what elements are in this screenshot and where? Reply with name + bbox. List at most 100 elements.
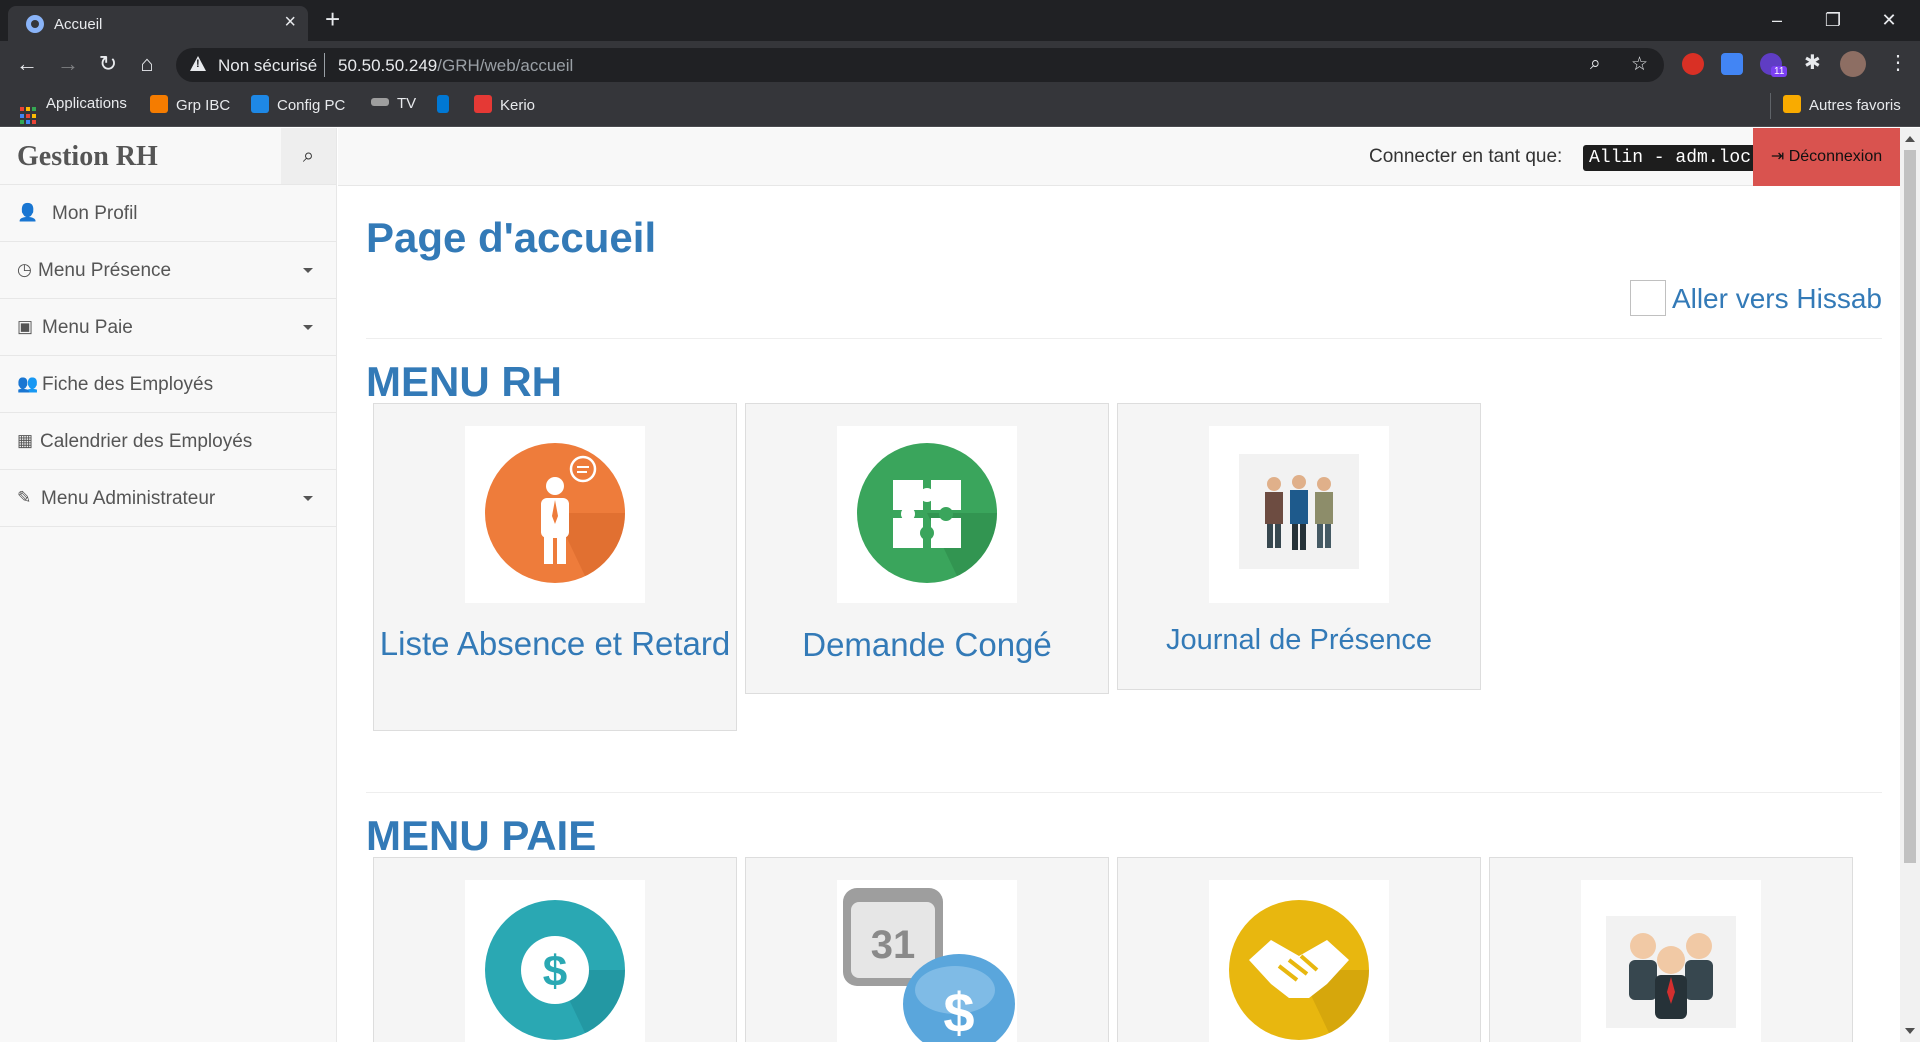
config-pc-icon [251, 95, 269, 113]
connected-user: Allin - adm.loc [1583, 145, 1758, 171]
users-icon: 👥 [17, 374, 39, 393]
bookmark-grp-ibc[interactable]: Grp IBC [150, 95, 230, 114]
page-scrollbar[interactable] [1900, 128, 1920, 1042]
tab-title: Accueil [54, 16, 103, 33]
bookmark-star-icon[interactable]: ☆ [1631, 53, 1648, 76]
team-icon [1209, 426, 1389, 603]
restore-icon[interactable]: ❐ [1810, 4, 1856, 36]
tv-icon [371, 98, 389, 106]
card-paie-calendrier[interactable]: 31 $ [745, 857, 1109, 1042]
scroll-down-icon[interactable] [1905, 1028, 1915, 1034]
svg-text:$: $ [943, 981, 974, 1042]
bookmark-bing[interactable] [437, 95, 457, 114]
caret-down-icon [303, 325, 313, 330]
sidebar-item-calendrier-employes[interactable]: ▦ Calendrier des Employés [0, 413, 336, 470]
sidebar-item-label: Fiche des Employés [42, 374, 214, 395]
card-journal-presence[interactable]: Journal de Présence [1117, 403, 1481, 690]
back-icon[interactable]: ← [13, 50, 41, 78]
adblock-icon[interactable] [1682, 53, 1704, 75]
url-text[interactable]: 50.50.50.249/GRH/web/accueil [338, 56, 573, 76]
minimize-icon[interactable]: – [1754, 4, 1800, 36]
search-icon[interactable]: ⌕ [281, 128, 336, 184]
sidebar-item-label: Menu Présence [38, 260, 172, 281]
sidebar-item-menu-presence[interactable]: ◷ Menu Présence [0, 242, 336, 299]
svg-text:$: $ [543, 947, 567, 996]
calendar-dollar-icon: 31 $ [837, 880, 1017, 1042]
menu-rh-title: MENU RH [366, 358, 562, 405]
sidebar-item-label: Mon Profil [52, 203, 138, 224]
puzzle-extensions-icon[interactable]: ✱ [1804, 50, 1821, 75]
calendar-icon: ▦ [17, 431, 34, 450]
card-label: Liste Absence et Retard [379, 625, 731, 662]
extension-badge: 11 [1771, 66, 1788, 77]
scroll-up-icon[interactable] [1905, 136, 1915, 142]
puzzle-icon [837, 426, 1017, 603]
caret-down-icon [303, 268, 313, 273]
zoom-icon[interactable]: ⌕ [1590, 53, 1601, 75]
reload-icon[interactable]: ↻ [94, 50, 122, 78]
calendar-day: 31 [871, 923, 916, 967]
forward-icon[interactable]: → [54, 50, 82, 78]
card-paie-salaire[interactable]: $ [373, 857, 737, 1042]
bookmark-applications[interactable]: Applications [20, 95, 127, 125]
sidebar-item-menu-administrateur[interactable]: ✎ Menu Administrateur [0, 470, 336, 527]
card-label: Journal de Présence [1166, 624, 1432, 656]
warning-icon [190, 56, 206, 71]
employee-icon [465, 426, 645, 603]
user-icon: 👤 [17, 203, 39, 222]
sidebar-item-fiche-employes[interactable]: 👥 Fiche des Employés [0, 356, 336, 413]
bookmark-config-pc[interactable]: Config PC [251, 95, 345, 114]
kerio-icon [474, 95, 492, 113]
sidebar-item-label: Calendrier des Employés [40, 431, 253, 452]
apps-grid-icon [20, 107, 38, 125]
logout-icon: ⇥ [1770, 148, 1785, 165]
dollar-icon: $ [465, 880, 645, 1042]
home-icon[interactable]: ⌂ [133, 50, 161, 78]
edit-icon: ✎ [17, 488, 32, 507]
logout-button[interactable]: ⇥ Déconnexion [1753, 128, 1900, 186]
profile-avatar[interactable] [1840, 51, 1866, 77]
bookmarks-bar: Applications Grp IBC Config PC TV Kerio … [0, 87, 1920, 127]
web-page: Gestion RH ⌕ 👤 Mon Profil ◷ Menu Présenc… [0, 128, 1920, 1042]
browser-tab[interactable]: Accueil × [8, 6, 308, 41]
sidebar-item-menu-paie[interactable]: ▣ Menu Paie [0, 299, 336, 356]
card-demande-conge[interactable]: Demande Congé [745, 403, 1109, 694]
url-divider [324, 53, 325, 77]
money-icon: ▣ [17, 317, 34, 336]
handshake-icon [1209, 880, 1389, 1042]
folder-icon [1783, 95, 1801, 113]
connected-as-label: Connecter en tant que: [1369, 146, 1563, 167]
card-liste-absence[interactable]: Liste Absence et Retard [373, 403, 737, 731]
security-label[interactable]: Non sécurisé [218, 56, 317, 76]
new-tab-button[interactable]: + [325, 6, 340, 32]
divider [366, 338, 1882, 339]
top-navbar: Connecter en tant que: Allin - adm.loc ⇥… [338, 128, 1900, 186]
bing-icon [437, 95, 449, 113]
bookmark-tv[interactable]: TV [371, 95, 416, 112]
grp-ibc-icon [150, 95, 168, 113]
brand-title[interactable]: Gestion RH [17, 141, 158, 173]
page-title: Page d'accueil [366, 214, 657, 261]
managers-icon [1581, 880, 1761, 1042]
sidebar-item-label: Menu Administrateur [41, 488, 216, 509]
card-label: Demande Congé [802, 626, 1052, 663]
menu-paie-title: MENU PAIE [366, 812, 597, 859]
hissab-link[interactable]: Aller vers Hissab [1629, 280, 1882, 316]
bookmarks-divider [1770, 93, 1771, 119]
close-tab-icon[interactable]: × [284, 12, 296, 32]
window-close-icon[interactable]: ✕ [1866, 4, 1912, 36]
card-paie-employes[interactable] [1489, 857, 1853, 1042]
favicon-icon [26, 15, 44, 33]
browser-tabbar: Accueil × + – ❐ ✕ [0, 0, 1920, 41]
sidebar: Gestion RH ⌕ 👤 Mon Profil ◷ Menu Présenc… [0, 128, 337, 1042]
sidebar-item-mon-profil[interactable]: 👤 Mon Profil [0, 185, 336, 242]
bookmark-kerio[interactable]: Kerio [474, 95, 535, 114]
other-bookmarks[interactable]: Autres favoris [1783, 95, 1901, 114]
scroll-thumb[interactable] [1904, 150, 1916, 863]
card-paie-accord[interactable] [1117, 857, 1481, 1042]
browser-menu-icon[interactable]: ⋮ [1888, 50, 1908, 75]
brand-row: Gestion RH ⌕ [0, 128, 336, 185]
translate-icon[interactable] [1721, 53, 1743, 75]
divider [366, 792, 1882, 793]
address-bar[interactable]: Non sécurisé 50.50.50.249/GRH/web/accuei… [176, 48, 1664, 82]
